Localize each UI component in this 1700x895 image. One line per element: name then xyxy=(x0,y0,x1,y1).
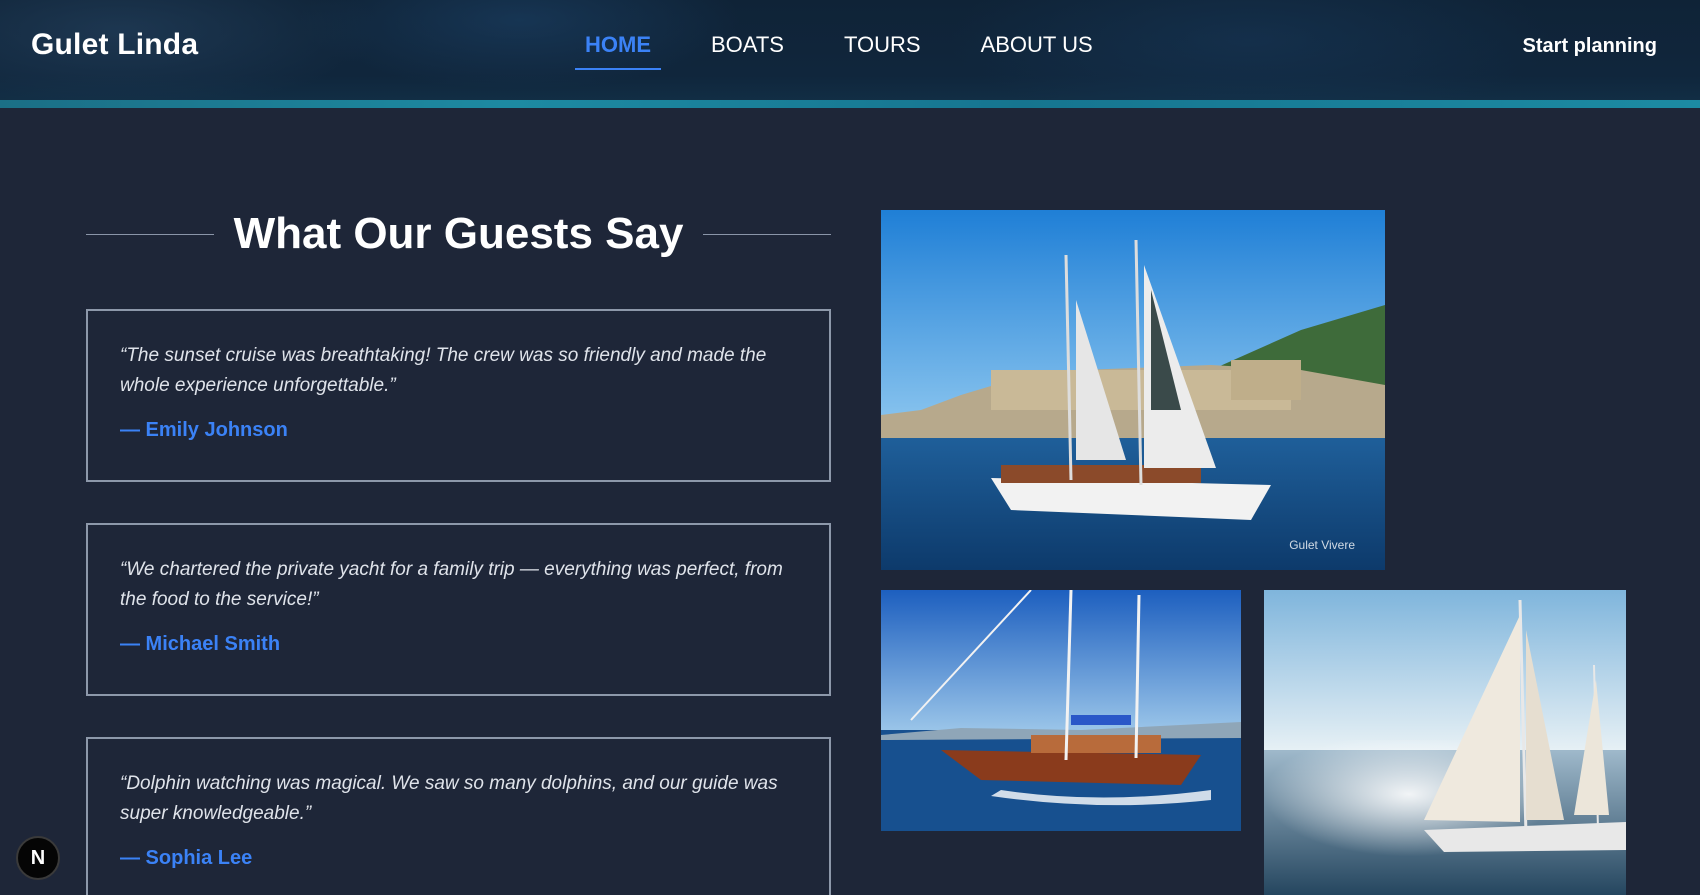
brand-logo[interactable]: Gulet Linda xyxy=(31,28,198,62)
gallery-photo-main: Gulet Vivere xyxy=(881,210,1385,570)
testimonial-author: — Emily Johnson xyxy=(120,419,288,441)
testimonial-quote: “Dolphin watching was magical. We saw so… xyxy=(120,773,778,824)
dev-tools-badge[interactable]: N xyxy=(16,836,60,880)
site-header: Gulet Linda HOME BOATS TOURS ABOUT US St… xyxy=(0,0,1700,108)
nav-boats[interactable]: BOATS xyxy=(711,32,784,70)
main-nav: HOME BOATS TOURS ABOUT US xyxy=(575,32,1153,70)
nav-about-us[interactable]: ABOUT US xyxy=(981,32,1093,70)
header-water-strip xyxy=(0,100,1700,108)
gallery-photo-gulet-sailing xyxy=(881,590,1241,831)
testimonial-card: “We chartered the private yacht for a fa… xyxy=(86,523,831,696)
testimonial-card: “Dolphin watching was magical. We saw so… xyxy=(86,737,831,895)
testimonial-author: — Michael Smith xyxy=(120,633,281,655)
testimonial-card: “The sunset cruise was breathtaking! The… xyxy=(86,309,831,482)
gallery-photo-sunlit-sea xyxy=(1264,590,1626,895)
photo-caption: Gulet Vivere xyxy=(1289,538,1355,552)
testimonial-author: — Sophia Lee xyxy=(120,847,253,869)
heading-divider-left xyxy=(86,233,214,235)
testimonials-heading: What Our Guests Say xyxy=(233,209,684,258)
nav-tours[interactable]: TOURS xyxy=(844,32,921,70)
heading-divider-right xyxy=(703,233,832,235)
testimonial-quote: “The sunset cruise was breathtaking! The… xyxy=(120,345,767,396)
testimonial-quote: “We chartered the private yacht for a fa… xyxy=(120,559,783,610)
start-planning-button[interactable]: Start planning xyxy=(1523,35,1657,58)
nav-home[interactable]: HOME xyxy=(575,32,661,70)
testimonials-heading-row: What Our Guests Say xyxy=(86,205,832,263)
page: Gulet Linda HOME BOATS TOURS ABOUT US St… xyxy=(0,0,1700,895)
